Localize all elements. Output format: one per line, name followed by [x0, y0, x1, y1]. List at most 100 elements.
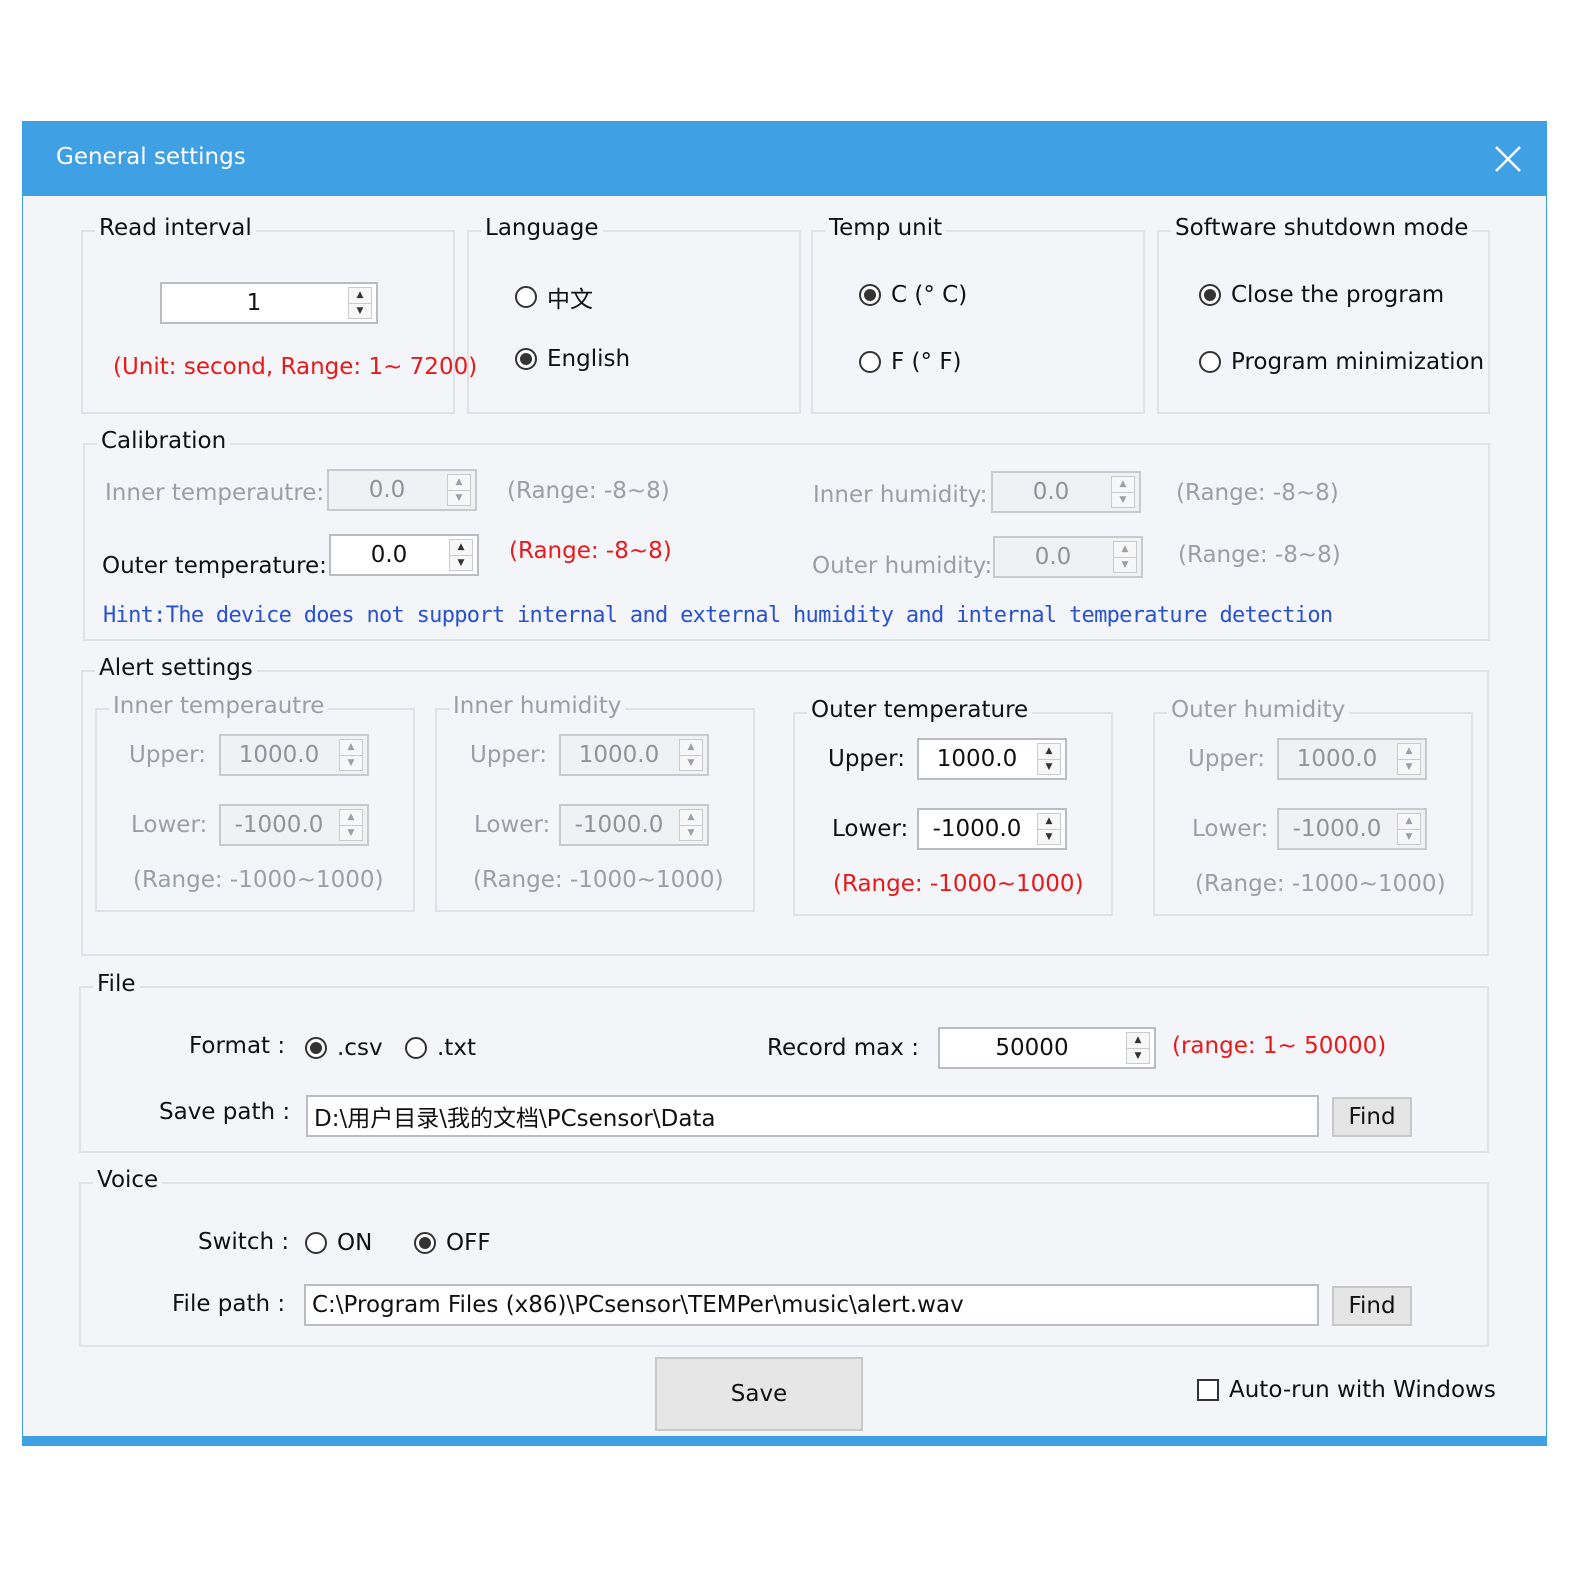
radio-checked-icon[interactable] — [859, 284, 881, 306]
upper-label: Upper: — [828, 746, 905, 772]
spin-up-icon[interactable]: ▲ — [448, 475, 470, 491]
spin-up-icon[interactable]: ▲ — [1038, 814, 1060, 830]
upper-value[interactable]: 1000.0 — [561, 736, 677, 774]
radio-icon[interactable] — [515, 286, 537, 308]
autorun-checkbox-row[interactable]: Auto-run with Windows — [1197, 1377, 1496, 1403]
spin-down-icon[interactable]: ▼ — [1398, 830, 1420, 845]
outer-humidity-value[interactable]: 0.0 — [995, 538, 1111, 576]
lower-spinner[interactable]: -1000.0 ▲ ▼ — [219, 804, 369, 846]
inner-humidity-value[interactable]: 0.0 — [993, 473, 1109, 511]
spin-up-icon[interactable]: ▲ — [450, 540, 472, 556]
outer-temp-value[interactable]: 0.0 — [331, 536, 447, 574]
record-max-label: Record max : — [767, 1035, 919, 1061]
calibration-hint: Hint:The device does not support interna… — [103, 603, 1333, 628]
outer-temp-spinner[interactable]: 0.0 ▲ ▼ — [329, 534, 479, 576]
record-max-spinner[interactable]: 50000 ▲ ▼ — [938, 1027, 1156, 1069]
save-path-find-button[interactable]: Find — [1332, 1097, 1412, 1137]
radio-checked-icon[interactable] — [305, 1037, 327, 1059]
save-path-field[interactable]: D:\用户目录\我的文档\PCsensor\Data — [306, 1095, 1319, 1137]
spin-down-icon[interactable]: ▼ — [1038, 760, 1060, 775]
spin-up-icon[interactable]: ▲ — [349, 288, 371, 304]
spin-down-icon[interactable]: ▼ — [1398, 760, 1420, 775]
spin-down-icon[interactable]: ▼ — [340, 826, 362, 841]
radio-icon[interactable] — [405, 1037, 427, 1059]
spin-up-icon[interactable]: ▲ — [340, 810, 362, 826]
close-button[interactable] — [1490, 141, 1526, 177]
radio-icon[interactable] — [859, 351, 881, 373]
spin-up-icon[interactable]: ▲ — [680, 810, 702, 826]
language-option-english[interactable]: English — [515, 346, 630, 372]
read-interval-value[interactable]: 1 — [162, 284, 346, 322]
language-option-chinese[interactable]: 中文 — [515, 280, 593, 314]
inner-humidity-range: (Range: -8~8) — [1176, 480, 1339, 506]
spin-up-icon[interactable]: ▲ — [1127, 1033, 1149, 1049]
temp-unit-option-f[interactable]: F (° F) — [859, 349, 962, 375]
voice-legend: Voice — [93, 1167, 163, 1193]
shutdown-option-close[interactable]: Close the program — [1199, 282, 1444, 308]
title-bar[interactable]: General settings — [23, 122, 1546, 196]
spin-down-icon[interactable]: ▼ — [450, 556, 472, 571]
outer-humidity-spinner[interactable]: 0.0 ▲ ▼ — [993, 536, 1143, 578]
upper-spinner[interactable]: 1000.0 ▲ ▼ — [559, 734, 709, 776]
lower-value[interactable]: -1000.0 — [221, 806, 337, 844]
spin-up-icon[interactable]: ▲ — [1398, 814, 1420, 830]
radio-checked-icon[interactable] — [1199, 284, 1221, 306]
radio-checked-icon[interactable] — [414, 1232, 436, 1254]
upper-spinner[interactable]: 1000.0 ▲ ▼ — [1277, 738, 1427, 780]
voice-file-path-field[interactable]: C:\Program Files (x86)\PCsensor\TEMPer\m… — [304, 1284, 1319, 1326]
range-text: (Range: -1000~1000) — [473, 867, 724, 893]
spin-down-icon[interactable]: ▼ — [1112, 493, 1134, 508]
save-button[interactable]: Save — [655, 1357, 863, 1431]
spin-down-icon[interactable]: ▼ — [1038, 830, 1060, 845]
voice-group: Voice Switch : ON OFF File path : C:\Pro… — [79, 1167, 1489, 1347]
spin-down-icon[interactable]: ▼ — [1127, 1049, 1149, 1064]
read-interval-spinner[interactable]: 1 ▲ ▼ — [160, 282, 378, 324]
spin-up-icon[interactable]: ▲ — [680, 740, 702, 756]
outer-temp-label: Outer temperature: — [102, 553, 327, 579]
switch-option-off[interactable]: OFF — [414, 1230, 491, 1256]
temp-unit-legend: Temp unit — [825, 215, 947, 241]
outer-temp-range: (Range: -8~8) — [509, 538, 672, 564]
upper-spinner[interactable]: 1000.0 ▲ ▼ — [917, 738, 1067, 780]
spin-up-icon[interactable]: ▲ — [1112, 477, 1134, 493]
lower-label: Lower: — [474, 812, 551, 838]
spin-up-icon[interactable]: ▲ — [340, 740, 362, 756]
upper-spinner[interactable]: 1000.0 ▲ ▼ — [219, 734, 369, 776]
radio-icon[interactable] — [305, 1232, 327, 1254]
format-option-label: .txt — [437, 1035, 476, 1061]
inner-temp-value[interactable]: 0.0 — [329, 471, 445, 509]
upper-value[interactable]: 1000.0 — [919, 740, 1035, 778]
switch-option-on[interactable]: ON — [305, 1230, 372, 1256]
autorun-checkbox-icon[interactable] — [1197, 1379, 1219, 1401]
lower-spinner[interactable]: -1000.0 ▲ ▼ — [1277, 808, 1427, 850]
spin-up-icon[interactable]: ▲ — [1038, 744, 1060, 760]
spin-down-icon[interactable]: ▼ — [680, 826, 702, 841]
upper-value[interactable]: 1000.0 — [1279, 740, 1395, 778]
lower-value[interactable]: -1000.0 — [561, 806, 677, 844]
voice-file-find-button[interactable]: Find — [1332, 1286, 1412, 1326]
radio-checked-icon[interactable] — [515, 348, 537, 370]
inner-humidity-spinner[interactable]: 0.0 ▲ ▼ — [991, 471, 1141, 513]
inner-temp-spinner[interactable]: 0.0 ▲ ▼ — [327, 469, 477, 511]
lower-value[interactable]: -1000.0 — [1279, 810, 1395, 848]
spin-down-icon[interactable]: ▼ — [448, 491, 470, 506]
shutdown-option-minimize[interactable]: Program minimization — [1199, 349, 1484, 375]
read-interval-legend: Read interval — [95, 215, 256, 241]
lower-spinner[interactable]: -1000.0 ▲ ▼ — [559, 804, 709, 846]
spin-up-icon[interactable]: ▲ — [1114, 542, 1136, 558]
spin-down-icon[interactable]: ▼ — [1114, 558, 1136, 573]
record-max-value[interactable]: 50000 — [940, 1029, 1124, 1067]
spin-down-icon[interactable]: ▼ — [340, 756, 362, 771]
temp-unit-option-c[interactable]: C (° C) — [859, 282, 967, 308]
language-legend: Language — [481, 215, 603, 241]
radio-icon[interactable] — [1199, 351, 1221, 373]
spin-up-icon[interactable]: ▲ — [1398, 744, 1420, 760]
upper-value[interactable]: 1000.0 — [221, 736, 337, 774]
format-option-csv[interactable]: .csv — [305, 1035, 383, 1061]
format-option-txt[interactable]: .txt — [405, 1035, 476, 1061]
general-settings-window: General settings Read interval 1 ▲ ▼ (Uni… — [22, 121, 1547, 1446]
lower-value[interactable]: -1000.0 — [919, 810, 1035, 848]
lower-spinner[interactable]: -1000.0 ▲ ▼ — [917, 808, 1067, 850]
spin-down-icon[interactable]: ▼ — [349, 304, 371, 319]
spin-down-icon[interactable]: ▼ — [680, 756, 702, 771]
